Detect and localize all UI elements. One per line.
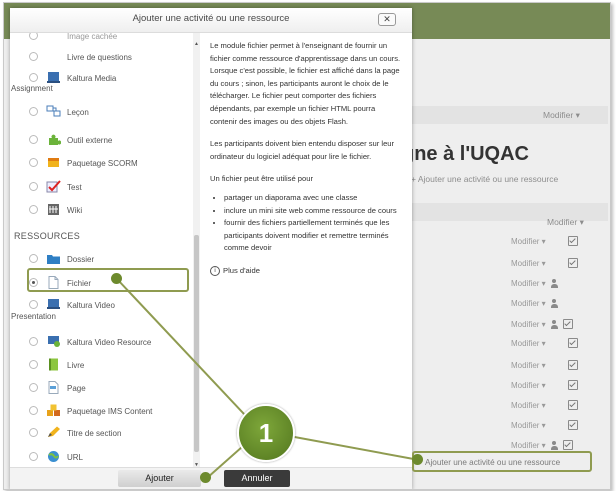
- screenshot-frame: Modifier ▾ gne à l'UQAC + Ajouter une ac…: [3, 2, 611, 490]
- callout-dot: [200, 472, 211, 483]
- fichier-highlight-box: [27, 268, 189, 292]
- add-activity-highlight-box: [412, 451, 592, 472]
- callout-lines: [116, 278, 420, 479]
- callout-badge: 1: [237, 404, 295, 462]
- callout-dot: [412, 454, 423, 465]
- callout-dot: [111, 273, 122, 284]
